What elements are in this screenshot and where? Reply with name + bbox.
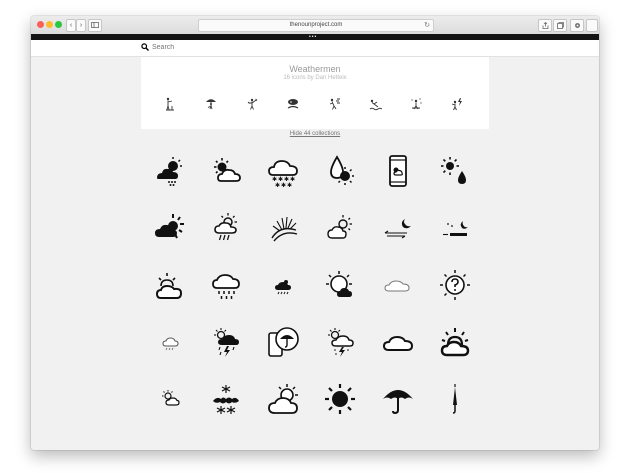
sun-behind-cloud-icon[interactable]	[153, 268, 187, 302]
extension-button[interactable]	[586, 19, 598, 32]
small-sun-cloud-icon[interactable]	[153, 382, 187, 416]
collection-subtitle: 16 icons by Dan Hetteix	[283, 75, 347, 81]
man-surfing-icon[interactable]	[286, 97, 300, 111]
sidebar-icon	[91, 22, 99, 28]
man-snow-icon[interactable]	[409, 97, 423, 111]
sun-cloud-bold-icon[interactable]	[438, 325, 472, 359]
man-lightning-icon[interactable]	[450, 97, 464, 111]
back-button[interactable]: ‹	[66, 19, 76, 32]
man-shovel-icon[interactable]	[245, 97, 259, 111]
small-cloud-drizzle-icon[interactable]	[153, 325, 187, 359]
snowflake-cloud-icon[interactable]	[209, 382, 243, 416]
share-icon	[542, 21, 548, 29]
partial-umbrella-icon[interactable]	[381, 439, 415, 450]
man-umbrella-icon[interactable]	[204, 97, 218, 111]
search-icon	[141, 43, 149, 51]
search-bar	[31, 40, 599, 57]
umbrella-icon[interactable]	[381, 382, 415, 416]
share-button[interactable]	[538, 19, 552, 32]
moon-stars-icon[interactable]	[438, 211, 472, 245]
drop-sun-icon[interactable]	[323, 154, 357, 188]
man-pointing-icon[interactable]	[163, 97, 177, 111]
settings-button[interactable]	[570, 19, 584, 32]
reload-icon[interactable]: ↻	[424, 20, 430, 31]
forward-button[interactable]: ›	[76, 19, 86, 32]
cloud-snow-stars-icon[interactable]: ✱ ✱ ✱ ✱ ✱ ✱ ✱	[266, 154, 300, 188]
man-swimming-icon[interactable]	[368, 97, 382, 111]
cloud-outline-icon[interactable]	[381, 325, 415, 359]
cloud-rain-icon[interactable]	[209, 268, 243, 302]
sun-drop-icon[interactable]	[438, 154, 472, 188]
sun-bold-icon[interactable]	[323, 382, 357, 416]
collection-card[interactable]: Weathermen 16 icons by Dan Hetteix	[141, 57, 489, 129]
tabs-icon	[556, 22, 564, 29]
gear-icon	[574, 23, 580, 28]
thin-cloud-icon[interactable]	[381, 268, 415, 302]
sun-cloud-outline-icon[interactable]	[323, 268, 357, 302]
sun-cloud-snow-icon[interactable]	[153, 154, 187, 188]
svg-text:✱: ✱	[275, 182, 280, 188]
browser-toolbar: ‹ › thenounproject.com ↻	[31, 16, 599, 35]
partial-sun-icon[interactable]	[266, 439, 300, 450]
sun-question-icon[interactable]	[438, 268, 472, 302]
browser-window: ‹ › thenounproject.com ↻ ••• Weathermen …	[31, 16, 599, 450]
svg-text:✱: ✱	[281, 182, 286, 188]
minimize-window-button[interactable]	[46, 21, 53, 28]
url-text: thenounproject.com	[289, 22, 343, 28]
sun-cloud-rain-icon[interactable]	[209, 211, 243, 245]
small-cloud-rain-icon[interactable]	[266, 268, 300, 302]
sun-cloud-storm-icon[interactable]	[323, 325, 357, 359]
man-wind-icon[interactable]	[327, 97, 341, 111]
sun-cloud-lightning-icon[interactable]	[209, 325, 243, 359]
sidebar-toggle-button[interactable]	[88, 19, 102, 32]
partial-stick-icon[interactable]	[438, 439, 472, 450]
cloud-sun-outline-icon[interactable]	[323, 211, 357, 245]
moon-wind-icon[interactable]	[381, 211, 415, 245]
partial-drop-icon[interactable]	[323, 439, 357, 450]
sun-cloud-rays-icon[interactable]	[153, 211, 187, 245]
search-input[interactable]	[152, 42, 452, 53]
phone-weather-icon[interactable]	[381, 154, 415, 188]
sunrise-icon[interactable]	[266, 211, 300, 245]
closed-umbrella-icon[interactable]	[438, 382, 472, 416]
partial-icon-1[interactable]	[153, 439, 187, 450]
collection-title: Weathermen	[289, 64, 341, 74]
close-window-button[interactable]	[37, 21, 44, 28]
hide-collections-link[interactable]: Hide 44 collections	[31, 131, 599, 137]
sun-cloud-icon[interactable]	[209, 154, 243, 188]
tabs-button[interactable]	[553, 19, 567, 32]
address-bar[interactable]: thenounproject.com ↻	[198, 19, 434, 32]
svg-text:✱: ✱	[287, 182, 292, 188]
sun-cloud-large-icon[interactable]	[266, 382, 300, 416]
phone-umbrella-icon[interactable]	[266, 325, 300, 359]
zoom-window-button[interactable]	[55, 21, 62, 28]
